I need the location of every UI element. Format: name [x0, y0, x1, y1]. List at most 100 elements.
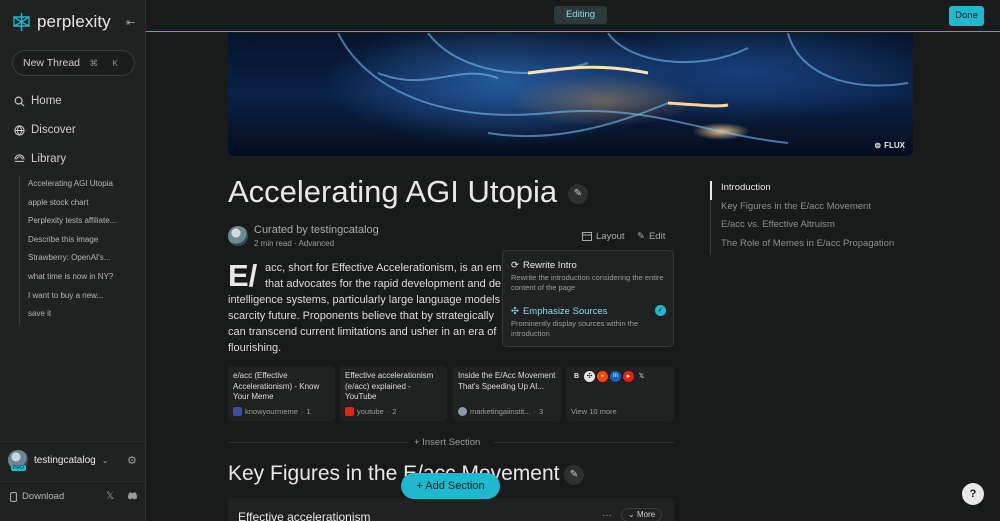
divider	[228, 442, 408, 443]
discord-icon[interactable]	[127, 491, 138, 503]
sidebar: perplexity ⇤ New Thread ⌘ K Home Discove…	[0, 0, 146, 521]
option-title: Rewrite Intro	[522, 260, 577, 271]
sidebar-item-label: Library	[31, 153, 67, 165]
history-item[interactable]: I want to buy a new...	[28, 288, 127, 307]
source-dot: ·	[300, 407, 304, 416]
layout-button[interactable]: Layout	[582, 231, 625, 242]
sidebar-divider	[0, 481, 146, 482]
edit-button[interactable]: ✎ Edit	[637, 231, 665, 242]
gear-icon[interactable]: ⚙	[127, 454, 137, 467]
youtube-icon: ▸	[623, 371, 634, 382]
sidebar-item-label: Discover	[31, 124, 76, 136]
edit-title-icon[interactable]: ✎	[568, 184, 588, 204]
layout-icon	[582, 232, 592, 241]
divider	[494, 442, 674, 443]
shortcut-hint: ⌘ K	[89, 57, 124, 68]
logo[interactable]: perplexity	[12, 12, 111, 32]
section-card[interactable]: Effective accelerationism ··· ⌄ More	[228, 498, 674, 521]
new-thread-button[interactable]: New Thread ⌘ K	[12, 50, 135, 76]
more-options-icon[interactable]: ···	[602, 510, 612, 521]
source-title: Effective accelerationism (e/acc) explai…	[345, 371, 434, 401]
x-icon: 𝕏	[636, 371, 647, 382]
done-button[interactable]: Done	[949, 6, 984, 26]
section-heading[interactable]: Key Figures in the E/acc Movement	[228, 462, 559, 486]
history-item[interactable]: what time is now in NY?	[28, 269, 127, 288]
logo-text: perplexity	[37, 12, 111, 31]
history-item[interactable]: Describe this image	[28, 232, 127, 251]
library-history-list: Accelerating AGI Utopia apple stock char…	[19, 176, 127, 325]
check-icon: ✓	[655, 305, 666, 316]
collapse-sidebar-icon[interactable]: ⇤	[126, 16, 138, 29]
flux-icon: ⊜	[874, 141, 882, 150]
intro-line: flourishing.	[228, 342, 282, 354]
insert-section-button[interactable]: + Insert Section	[414, 437, 480, 448]
source-card[interactable]: Effective accelerationism (e/acc) explai…	[340, 366, 447, 421]
source-dot: ·	[533, 407, 536, 416]
add-section-button[interactable]: + Add Section	[401, 473, 500, 499]
edit-heading-icon[interactable]: ✎	[564, 465, 584, 485]
toc-item[interactable]: E/acc vs. Effective Altruism	[711, 218, 894, 237]
chevron-down-icon: ⌄	[101, 455, 109, 465]
more-label: More	[636, 510, 656, 519]
sidebar-item-discover[interactable]: Discover	[14, 124, 76, 136]
rewrite-intro-option[interactable]: ⟳ Rewrite Intro	[511, 260, 577, 271]
more-button[interactable]: ⌄ More	[621, 508, 663, 521]
source-card[interactable]: Inside the E/Acc Movement That's Speedin…	[453, 366, 561, 421]
section-card-title: Effective accelerationism	[238, 510, 371, 521]
source-favicons: B ✣ • in ▸ 𝕏	[571, 371, 669, 382]
history-item[interactable]: Perplexity tests affiliate...	[28, 213, 127, 232]
history-item[interactable]: apple stock chart	[28, 195, 127, 214]
flux-text: FLUX	[884, 141, 905, 150]
perplexity-logo-icon	[13, 13, 30, 31]
sidebar-item-library[interactable]: Library	[14, 153, 66, 165]
phone-icon	[10, 491, 17, 502]
intro-line: intelligence systems, particularly large…	[228, 294, 501, 306]
reddit-icon: •	[597, 371, 608, 382]
history-item[interactable]: Accelerating AGI Utopia	[28, 176, 127, 195]
source-meta: marketingaiinstit... · 3	[458, 407, 543, 416]
intro-line: that advocates for the rapid development…	[265, 278, 502, 290]
edit-label: Edit	[648, 231, 666, 242]
toc-item[interactable]: Key Figures in the E/acc Movement	[711, 200, 894, 219]
top-bar: Editing Done	[146, 0, 1000, 32]
flux-label: ⊜ FLUX	[874, 141, 905, 150]
page-title[interactable]: Accelerating AGI Utopia	[228, 174, 557, 210]
pro-badge: PRO	[11, 465, 26, 471]
table-of-contents: Introduction Key Figures in the E/acc Mo…	[710, 181, 894, 256]
intro-line: can transcend current limitations and us…	[228, 326, 497, 338]
emphasize-sources-option[interactable]: ✣ Emphasize Sources	[511, 306, 607, 317]
user-menu[interactable]: PRO testingcatalog ⌄	[8, 450, 109, 471]
toc-item[interactable]: The Role of Memes in E/acc Propagation	[711, 237, 894, 256]
history-item[interactable]: save it	[28, 306, 127, 325]
source-card[interactable]: e/acc (Effective Accelerationism) - Know…	[228, 366, 335, 421]
hero-image[interactable]: ⊜ FLUX	[228, 33, 913, 156]
refresh-icon: ⟳	[511, 260, 519, 271]
source-number: 3	[538, 407, 544, 416]
source-dot: ·	[386, 407, 390, 416]
source-site: knowyourmeme	[245, 407, 298, 416]
globe-icon	[14, 124, 25, 136]
help-button[interactable]: ?	[962, 483, 984, 505]
option-description: Prominently display sources within the i…	[511, 319, 639, 338]
download-link[interactable]: Download	[10, 491, 64, 502]
marketingai-icon	[458, 407, 467, 416]
edit-options-popup: ⟳ Rewrite Intro Rewrite the introduction…	[502, 250, 674, 347]
sparkle-icon: ✣	[511, 306, 519, 317]
source-site: marketingaiinstit...	[470, 407, 531, 416]
avatar: PRO	[8, 450, 28, 471]
toc-item-introduction[interactable]: Introduction	[710, 181, 894, 200]
download-label: Download	[22, 491, 65, 502]
new-thread-label: New Thread	[23, 57, 81, 69]
brain-illustration	[337, 33, 909, 144]
plus-icon: +	[414, 437, 420, 448]
sidebar-item-home[interactable]: Home	[14, 95, 62, 107]
plus-icon: +	[416, 480, 423, 492]
source-meta: knowyourmeme · 1	[233, 407, 311, 416]
history-item[interactable]: Strawberry: OpenAI's...	[28, 250, 127, 269]
view-more-sources[interactable]: B ✣ • in ▸ 𝕏 View 10 more	[566, 366, 674, 421]
curated-by: Curated by testingcatalog	[254, 224, 379, 236]
x-icon[interactable]: 𝕏	[106, 491, 114, 502]
source-number: 2	[392, 407, 397, 416]
read-meta: 2 min read · Advanced	[254, 239, 335, 248]
insert-section-label: Insert Section	[422, 437, 481, 448]
